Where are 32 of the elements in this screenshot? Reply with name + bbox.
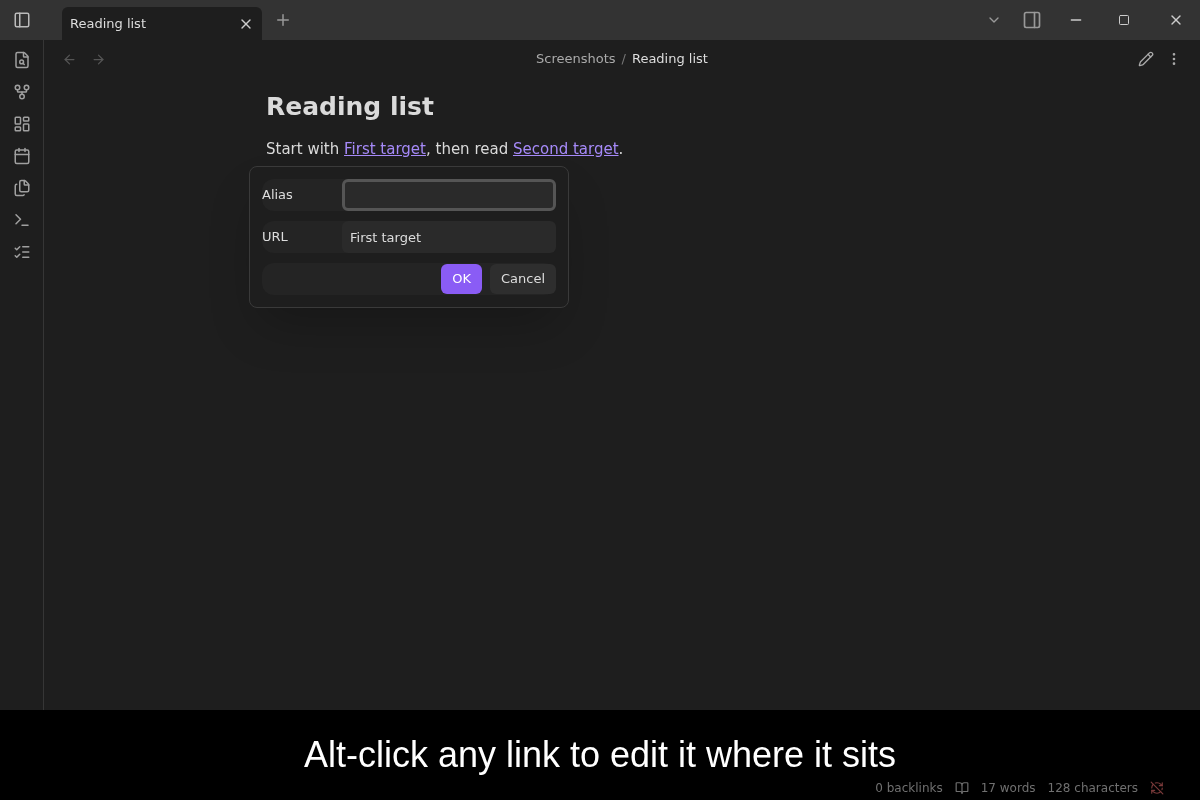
tab[interactable]: Reading list (62, 7, 262, 40)
maximize-icon[interactable] (1118, 14, 1130, 26)
sidebar-toggle-icon[interactable] (13, 11, 31, 29)
internal-link[interactable]: First target (344, 139, 426, 158)
backlinks-count: 0 backlinks (875, 780, 943, 797)
list-icon[interactable] (12, 243, 31, 261)
field-label: Alias (262, 186, 294, 205)
word-count: 17 words (980, 780, 1036, 797)
new-tab-icon[interactable] (274, 11, 292, 29)
text-field[interactable]: First target (342, 221, 556, 253)
text-field[interactable] (342, 179, 556, 211)
panel-right-icon[interactable] (1022, 10, 1042, 30)
edit-icon[interactable] (1138, 51, 1154, 67)
cancel-button[interactable]: Cancel (489, 264, 556, 294)
breadcrumb-separator: / (621, 50, 626, 69)
internal-link[interactable]: Second target (512, 139, 619, 158)
breadcrumb-note[interactable]: Reading list (631, 49, 708, 69)
breadcrumb-folder[interactable]: Screenshots (536, 49, 616, 69)
field-label: URL (262, 228, 289, 247)
calendar-icon[interactable] (12, 147, 31, 165)
character-count: 128 characters (1047, 780, 1138, 797)
file-search-icon[interactable] (12, 51, 31, 69)
book-icon[interactable] (954, 781, 969, 795)
ok-button[interactable]: OK (441, 264, 482, 294)
note-title: Reading list (266, 91, 435, 123)
note-paragraph: Start with First target, then read Second target. (266, 138, 625, 160)
caption: Alt-click any link to edit it where it sits (303, 733, 897, 777)
files-icon[interactable] (12, 179, 31, 197)
terminal-icon[interactable] (12, 211, 31, 229)
tab-label: Reading list (70, 14, 146, 33)
graph-icon[interactable] (12, 83, 31, 101)
grid-icon[interactable] (12, 115, 31, 133)
